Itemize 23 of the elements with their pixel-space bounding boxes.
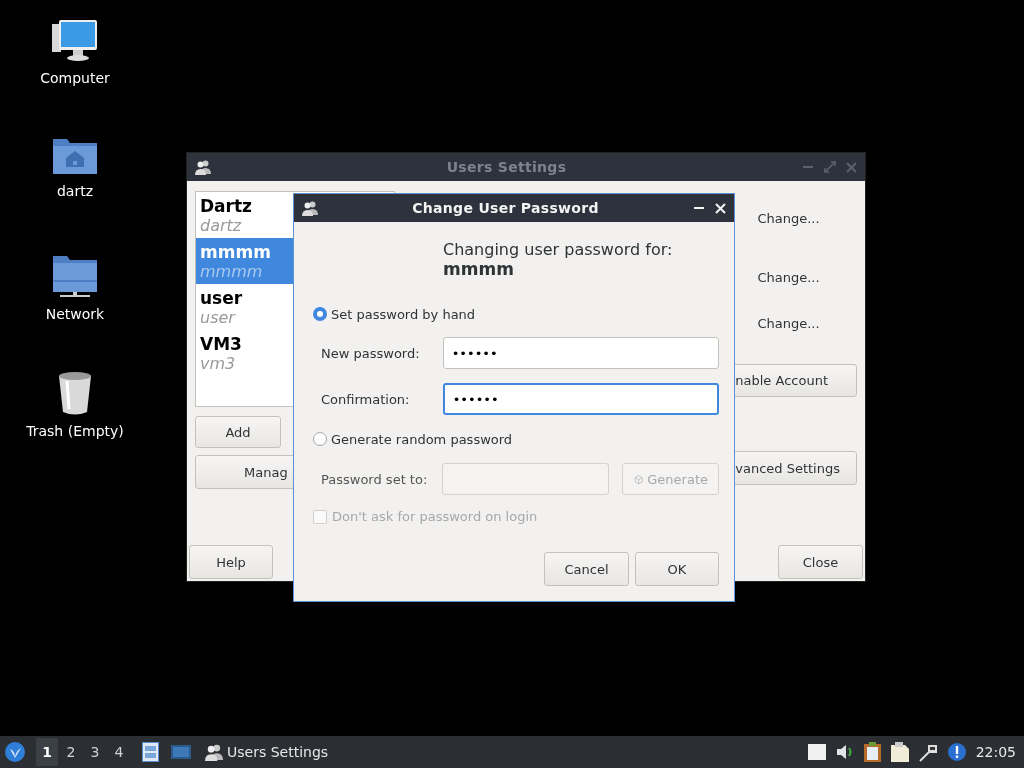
field-label: Confirmation: [321, 391, 411, 407]
user-login: vm3 [200, 353, 236, 373]
window-title: Users Settings [445, 159, 568, 175]
radio-label: Set password by hand [331, 306, 476, 322]
user-login: mmmm [200, 261, 263, 281]
field-label: Password set to: [321, 471, 429, 487]
user-login: dartz [200, 215, 242, 235]
window-title: Change User Password [411, 200, 600, 216]
user-name: Dartz [200, 195, 252, 216]
desktop-icon-label: Computer [40, 70, 110, 86]
user-name: VM3 [200, 333, 242, 354]
desktop-icon-label: Trash (Empty) [26, 423, 124, 439]
checkbox-label: Don't ask for password on login [332, 509, 538, 524]
field-label: New password: [321, 345, 421, 361]
user-login: user [200, 307, 235, 327]
desktop-icon-label: dartz [56, 183, 94, 199]
clock: 22:05 [975, 744, 1016, 760]
username: mmmm [443, 259, 515, 279]
user-name: user [200, 287, 243, 308]
desktop-icon-label: Network [45, 306, 105, 322]
user-name: mmmm [200, 241, 271, 262]
radio-label: Generate random password [331, 431, 513, 447]
dialog-heading: Changing user password for: [443, 240, 674, 259]
